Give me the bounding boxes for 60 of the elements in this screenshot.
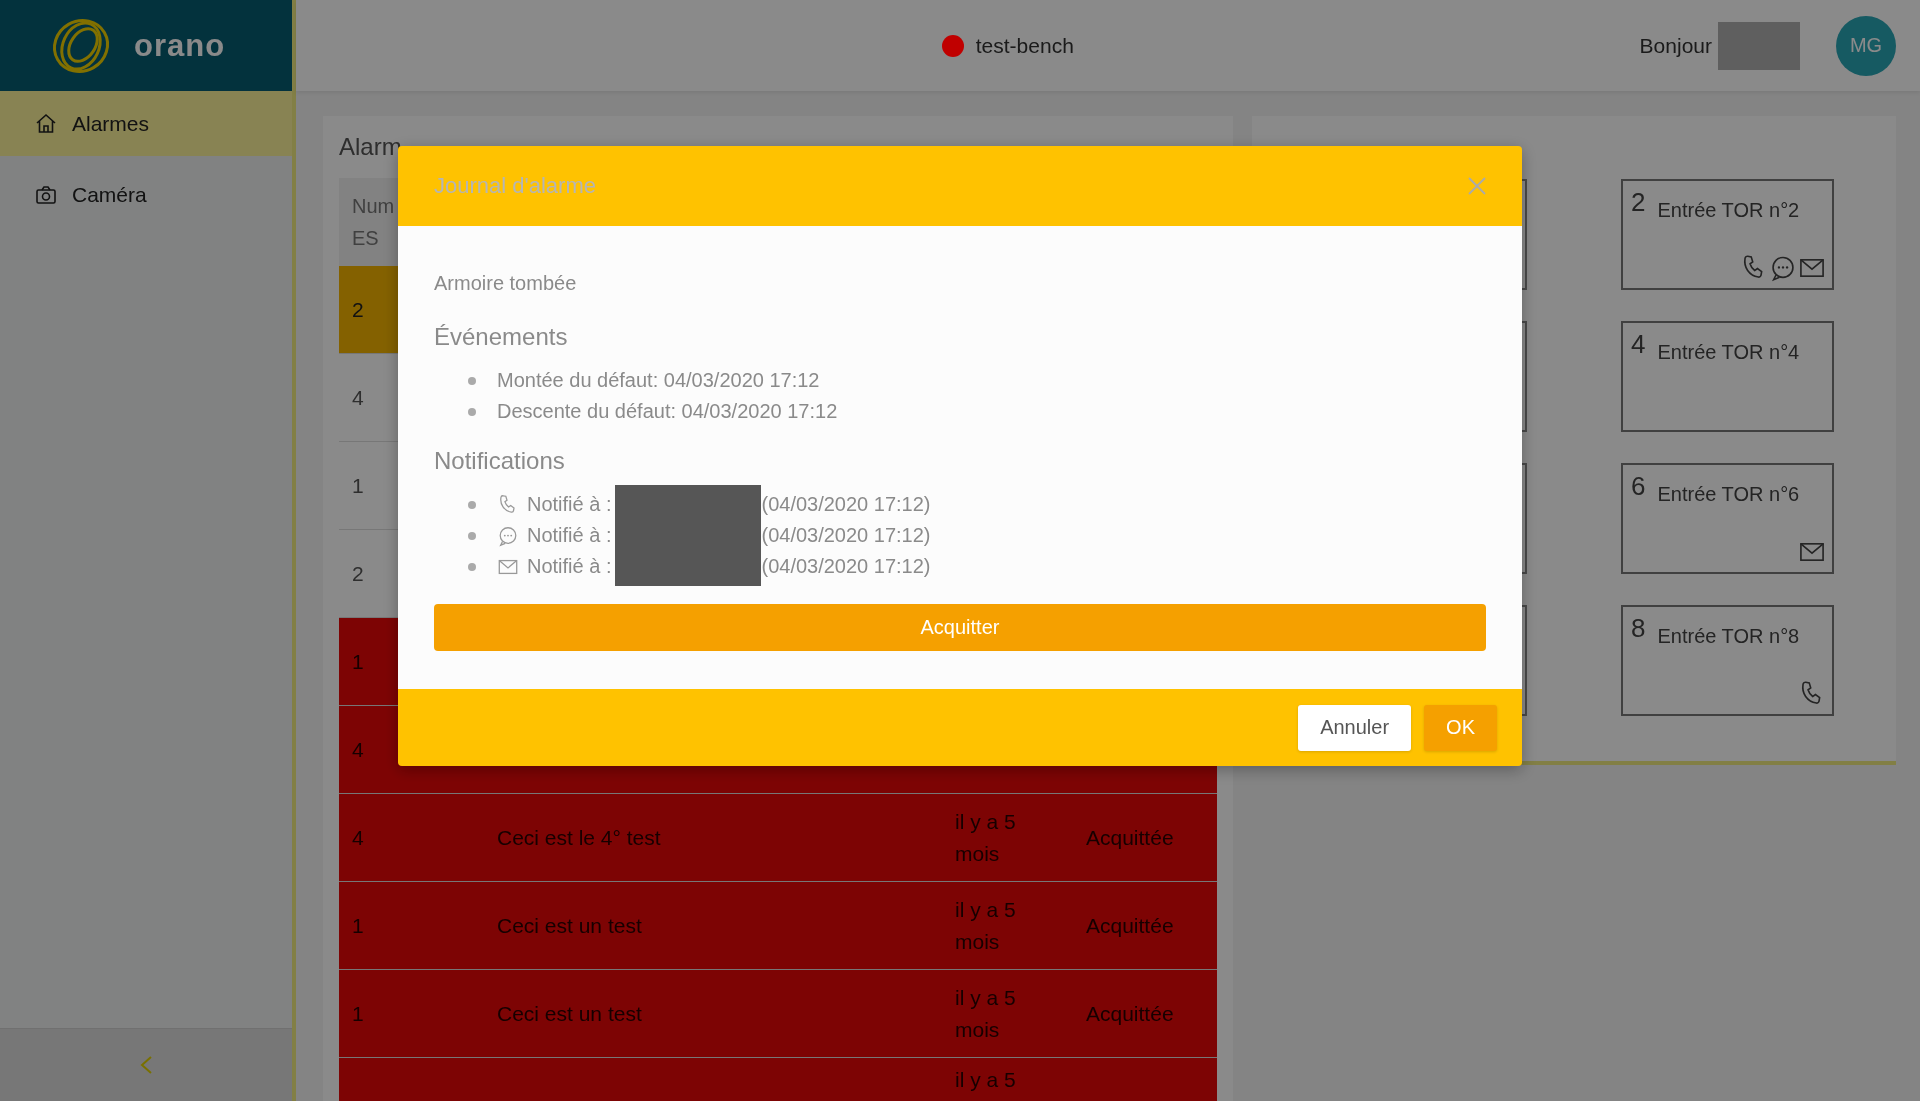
input-label: Entrée TOR n°4 bbox=[1657, 340, 1800, 364]
bullet-dot bbox=[468, 500, 476, 509]
notification-time: (04/03/2020 17:12) bbox=[761, 555, 931, 578]
table-cell: Ceci est un test bbox=[497, 913, 642, 937]
notification-label: Notifié à : bbox=[527, 555, 612, 578]
input-card[interactable]: 2 Entrée TOR n°2 bbox=[1621, 179, 1834, 290]
bullet-dot bbox=[468, 562, 476, 571]
input-label: Entrée TOR n°6 bbox=[1657, 482, 1800, 506]
table-cell: il y a 5 mois bbox=[955, 897, 1016, 953]
user-avatar[interactable]: MG bbox=[1836, 15, 1896, 76]
input-card[interactable]: 8 Entrée TOR n°8 bbox=[1621, 605, 1834, 716]
table-cell: il y a 5 mois bbox=[955, 809, 1016, 865]
event-item: Montée du défaut: 04/03/2020 17:12 bbox=[497, 369, 821, 392]
table-cell: 4 bbox=[352, 385, 364, 409]
input-number: 2 bbox=[1631, 187, 1646, 218]
section-heading: Événements bbox=[434, 323, 569, 351]
input-number: 6 bbox=[1631, 471, 1646, 502]
bullet-dot bbox=[468, 531, 476, 540]
alarm-subject: Armoire tombée bbox=[434, 272, 578, 295]
bullet-dot bbox=[468, 407, 476, 416]
site-name: test-bench bbox=[975, 33, 1074, 58]
table-cell: il y a 5 bbox=[955, 1068, 1016, 1091]
column-header: Num ES bbox=[352, 194, 396, 251]
table-cell: 1 bbox=[352, 913, 364, 937]
table-cell: 2 bbox=[352, 297, 364, 321]
cancel-button[interactable]: Annuler bbox=[1298, 704, 1412, 751]
card-title: Alarm bbox=[339, 132, 403, 162]
input-number: 4 bbox=[1631, 329, 1646, 360]
table-cell: il y a 5 mois bbox=[955, 985, 1016, 1041]
chevron-left-icon[interactable] bbox=[139, 1055, 153, 1075]
home-icon bbox=[34, 111, 58, 136]
table-cell: 4 bbox=[352, 737, 364, 761]
table-cell: 1 bbox=[352, 1001, 364, 1025]
table-cell: Ceci est le 4° test bbox=[497, 825, 661, 849]
notification-label: Notifié à : bbox=[527, 493, 612, 516]
brand-name: orano bbox=[134, 27, 226, 64]
input-number: 8 bbox=[1631, 613, 1646, 644]
table-cell: 2 bbox=[352, 561, 364, 585]
table-cell: 1 bbox=[352, 649, 364, 673]
table-cell: Acquittée bbox=[1086, 825, 1174, 849]
section-heading: Notifications bbox=[434, 447, 566, 475]
bullet-dot bbox=[468, 376, 476, 385]
input-label: Entrée TOR n°2 bbox=[1657, 198, 1800, 222]
table-cell: 1 bbox=[352, 473, 364, 497]
event-item: Descente du défaut: 04/03/2020 17:12 bbox=[497, 400, 839, 423]
input-card[interactable]: 4 Entrée TOR n°4 bbox=[1621, 321, 1834, 432]
greeting: Bonjour bbox=[1639, 33, 1712, 58]
notification-time: (04/03/2020 17:12) bbox=[761, 493, 931, 516]
table-cell: Acquittée bbox=[1086, 913, 1174, 937]
notification-label: Notifié à : bbox=[527, 524, 612, 547]
table-cell: 4 bbox=[352, 825, 364, 849]
input-label: Entrée TOR n°8 bbox=[1657, 624, 1800, 648]
dialog-title: Journal d'alarme bbox=[434, 173, 596, 199]
sidebar-item[interactable]: Alarmes bbox=[0, 91, 292, 156]
notification-time: (04/03/2020 17:12) bbox=[761, 524, 931, 547]
table-cell: Acquittée bbox=[1086, 1001, 1174, 1025]
sidebar-item[interactable]: Caméra bbox=[0, 162, 292, 227]
input-card[interactable]: 6 Entrée TOR n°6 bbox=[1621, 463, 1834, 574]
table-cell: Ceci est un test bbox=[497, 1001, 642, 1025]
close-icon[interactable] bbox=[1468, 177, 1486, 195]
